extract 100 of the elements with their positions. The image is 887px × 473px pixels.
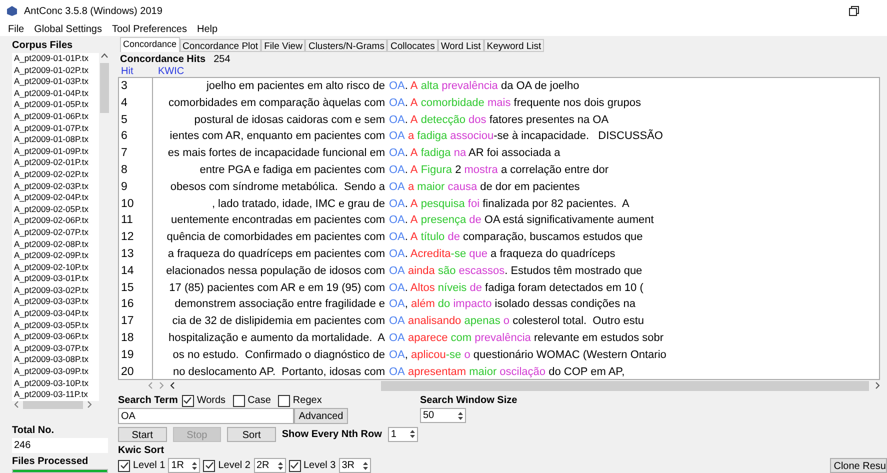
corpus-entry[interactable]: A_pt2009-03-07P.tx <box>14 342 89 354</box>
action-button[interactable]: Start <box>118 426 167 442</box>
context-word: A <box>409 196 418 212</box>
scroll-right-icon[interactable] <box>875 382 880 389</box>
context-word: , <box>404 297 408 312</box>
menu-item[interactable]: Help <box>197 22 218 36</box>
scroll-left-icon[interactable] <box>170 382 175 389</box>
checkbox[interactable] <box>288 460 300 472</box>
checkbox[interactable] <box>278 394 290 406</box>
nth-spinner[interactable]: 1 <box>388 426 418 442</box>
spin-arrows-icon[interactable] <box>190 460 200 472</box>
corpus-entry[interactable]: A_pt2009-02-03P.tx <box>14 180 89 192</box>
corpus-entry[interactable]: A_pt2009-02-01P.tx <box>14 157 89 169</box>
menu-item[interactable]: File <box>8 22 24 36</box>
context-word: ainda <box>406 264 435 279</box>
checkbox[interactable] <box>232 394 245 406</box>
corpus-entry[interactable]: A_pt2009-03-06P.tx <box>14 331 89 343</box>
corpus-entry[interactable]: A_pt2009-03-11P.tx <box>14 389 88 401</box>
level-spinner[interactable]: 3R <box>338 458 371 473</box>
level-spinner[interactable]: 1R <box>168 458 200 473</box>
hit-number: 7 <box>120 146 128 162</box>
left-context: obesos com síndrome metabólica. Sendo a <box>170 180 385 195</box>
tab[interactable]: File View <box>261 39 306 52</box>
tab[interactable]: Collocates <box>387 39 438 52</box>
level-label: Level 2 <box>218 459 250 473</box>
spin-arrows-icon[interactable] <box>456 410 465 422</box>
corpus-entry[interactable]: A_pt2009-01-08P.tx <box>14 134 89 146</box>
scroll-up-icon[interactable] <box>101 53 108 58</box>
corpus-entry[interactable]: A_pt2009-03-09P.tx <box>14 366 89 378</box>
column-header[interactable]: Hit <box>121 64 158 79</box>
total-value: 246 <box>12 438 108 453</box>
corpus-entry[interactable]: A_pt2009-01-09P.tx <box>14 146 89 158</box>
context-word: da OA de joelho <box>500 79 580 94</box>
context-word: . <box>404 112 408 128</box>
restore-icon[interactable] <box>849 6 859 16</box>
corpus-entry[interactable]: A_pt2009-03-04P.tx <box>14 308 89 320</box>
corpus-entry[interactable]: A_pt2009-03-02P.tx <box>14 284 89 296</box>
left-context: ientes com AR, enquanto em pacientes com <box>170 129 385 144</box>
scroll-thumb[interactable] <box>100 63 109 113</box>
context-word: Figura <box>420 162 452 178</box>
corpus-entry[interactable]: A_pt2009-03-10P.tx <box>14 378 89 390</box>
corpus-entry[interactable]: A_pt2009-03-01P.tx <box>14 273 89 285</box>
corpus-entry[interactable]: A_pt2009-02-05P.tx <box>14 204 89 216</box>
spin-arrows-icon[interactable] <box>360 460 370 472</box>
hit-number: 19 <box>120 348 135 363</box>
context-word: são <box>436 264 456 279</box>
level-spinner[interactable]: 2R <box>254 458 286 473</box>
context-word: escassos <box>458 264 505 279</box>
corpus-entry[interactable]: A_pt2009-01-06P.tx <box>14 110 89 123</box>
context-word: 2 <box>454 162 462 178</box>
context-word: do COP em AP, <box>548 364 625 379</box>
corpus-entry[interactable]: A_pt2009-01-07P.tx <box>14 122 89 134</box>
corpus-entry[interactable]: A_pt2009-02-04P.tx <box>14 192 89 204</box>
hit-number: 20 <box>120 364 135 380</box>
corpus-entry[interactable]: A_pt2009-02-06P.tx <box>14 215 89 227</box>
corpus-entry[interactable]: A_pt2009-02-07P.tx <box>14 226 89 238</box>
corpus-entry[interactable]: A_pt2009-01-02P.tx <box>14 64 89 76</box>
advanced-button[interactable]: Advanced <box>294 408 348 424</box>
corpus-entry[interactable]: A_pt2009-01-01P.tx <box>14 53 89 65</box>
checkbox[interactable] <box>182 394 194 406</box>
corpus-entry[interactable]: A_pt2009-02-02P.tx <box>14 168 89 181</box>
context-word: presença <box>420 213 466 228</box>
tab[interactable]: Word List <box>438 39 484 52</box>
checkbox[interactable] <box>203 460 216 472</box>
corpus-entry[interactable]: A_pt2009-03-05P.tx <box>14 320 89 332</box>
tab[interactable]: Concordance Plot <box>180 39 262 52</box>
context-word: Acredita <box>409 246 451 262</box>
scroll-right-icon[interactable] <box>87 401 92 408</box>
window-size-label: Search Window Size <box>420 394 518 408</box>
corpus-entry[interactable]: A_pt2009-03-03P.tx <box>14 296 89 308</box>
context-word: -se <box>446 348 462 363</box>
checkbox[interactable] <box>118 460 130 472</box>
corpus-entry[interactable]: A_pt2009-02-09P.tx <box>14 250 89 262</box>
corpus-entry[interactable]: A_pt2009-01-05P.tx <box>14 99 89 111</box>
action-button[interactable]: Sort <box>227 426 276 442</box>
left-context: entre PGA e fadiga em pacientes com <box>200 162 385 178</box>
window-size-spinner[interactable]: 50 <box>420 408 466 423</box>
corpus-entry[interactable]: A_pt2009-03-08P.tx <box>14 354 89 366</box>
corpus-entry[interactable]: A_pt2009-01-04P.tx <box>14 88 89 100</box>
context-word: OA está significativamente aument <box>483 213 654 228</box>
corpus-entry[interactable]: A_pt2009-02-08P.tx <box>14 238 89 250</box>
corpus-entry[interactable]: A_pt2009-01-03P.tx <box>14 76 89 88</box>
keyword: OA <box>389 230 405 246</box>
left-context: 17 (85) pacientes com AR e em 19 (95) com <box>169 280 385 296</box>
clone-results-button[interactable]: Clone Resu <box>830 458 887 473</box>
tab[interactable]: Concordance <box>120 37 180 52</box>
tab[interactable]: Clusters/N-Grams <box>305 39 388 52</box>
menu-item[interactable]: Tool Preferences <box>112 22 187 36</box>
context-word: prevalência <box>440 79 498 94</box>
search-field[interactable]: OA <box>118 408 294 424</box>
tab[interactable]: Keyword List <box>484 39 544 52</box>
context-word: aparece <box>406 330 448 346</box>
left-context: elacionados nessa população de idosos com <box>166 264 385 279</box>
spin-arrows-icon[interactable] <box>276 460 284 472</box>
menu-item[interactable]: Global Settings <box>34 22 102 36</box>
context-word: finalizada por 82 pacientes. A <box>482 196 630 212</box>
spin-arrows-icon[interactable] <box>408 428 417 440</box>
corpus-entry[interactable]: A_pt2009-02-10P.tx <box>14 262 89 274</box>
hit-number: 9 <box>120 180 128 195</box>
column-header[interactable]: KWIC <box>158 64 184 79</box>
